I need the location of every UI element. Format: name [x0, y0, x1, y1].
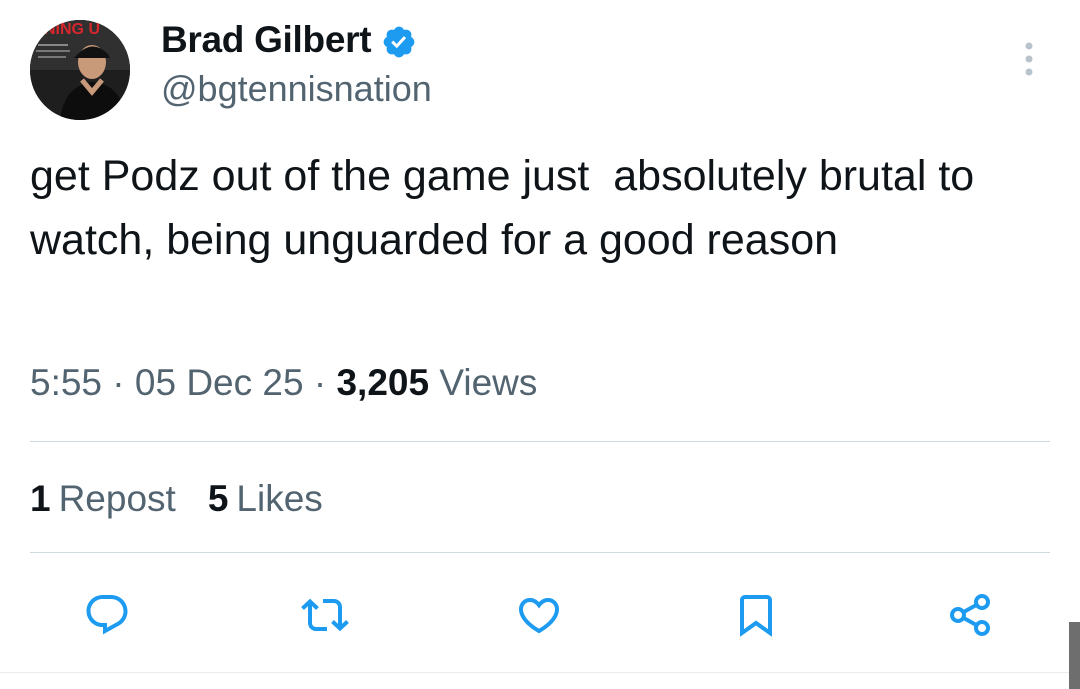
share-button[interactable]: [945, 590, 995, 640]
reply-button[interactable]: [82, 590, 132, 640]
views-count: 3,205: [336, 362, 430, 403]
likes-label: Likes: [236, 478, 323, 519]
repost-button[interactable]: [300, 590, 350, 640]
tweet-metadata: 5:55 · 05 Dec 25 · 3,205 Views: [30, 362, 537, 404]
tweet-time[interactable]: 5:55: [30, 362, 102, 403]
views-label: Views: [439, 362, 538, 403]
reposts-label: Repost: [58, 478, 176, 519]
more-options-icon[interactable]: [1016, 40, 1042, 80]
like-button[interactable]: [514, 590, 564, 640]
likes-count: 5: [207, 478, 229, 519]
divider: [30, 552, 1050, 553]
engagement-stats: 1 Repost 5 Likes: [30, 478, 323, 520]
author-display-name[interactable]: Brad Gilbert: [161, 19, 372, 61]
repost-icon: [301, 598, 349, 632]
divider: [30, 441, 1050, 442]
reposts-count: 1: [30, 478, 51, 519]
share-icon: [950, 594, 990, 636]
tweet-text: get Podz out of the game just absolutely…: [30, 152, 987, 264]
bookmark-button[interactable]: [731, 590, 781, 640]
tweet-date[interactable]: 05 Dec 25: [135, 362, 304, 403]
tweet-detail: INNING U Brad Gilbert @bgtennisnation ge…: [0, 0, 1080, 689]
author-handle[interactable]: @bgtennisnation: [161, 68, 432, 110]
bookmark-icon: [740, 595, 772, 637]
reply-icon: [86, 595, 128, 635]
divider: [0, 672, 1080, 673]
likes-stat[interactable]: 5 Likes: [208, 478, 323, 520]
meta-separator: ·: [102, 362, 135, 403]
like-icon: [518, 598, 560, 634]
author-name-row: Brad Gilbert: [161, 19, 417, 61]
scrollbar-thumb[interactable]: [1069, 622, 1080, 689]
verified-badge-icon: [383, 26, 415, 58]
meta-separator: ·: [303, 362, 337, 403]
author-avatar[interactable]: INNING U: [30, 20, 130, 120]
reposts-stat[interactable]: 1 Repost: [30, 478, 176, 520]
avatar-banner-text: INNING U: [30, 21, 100, 38]
